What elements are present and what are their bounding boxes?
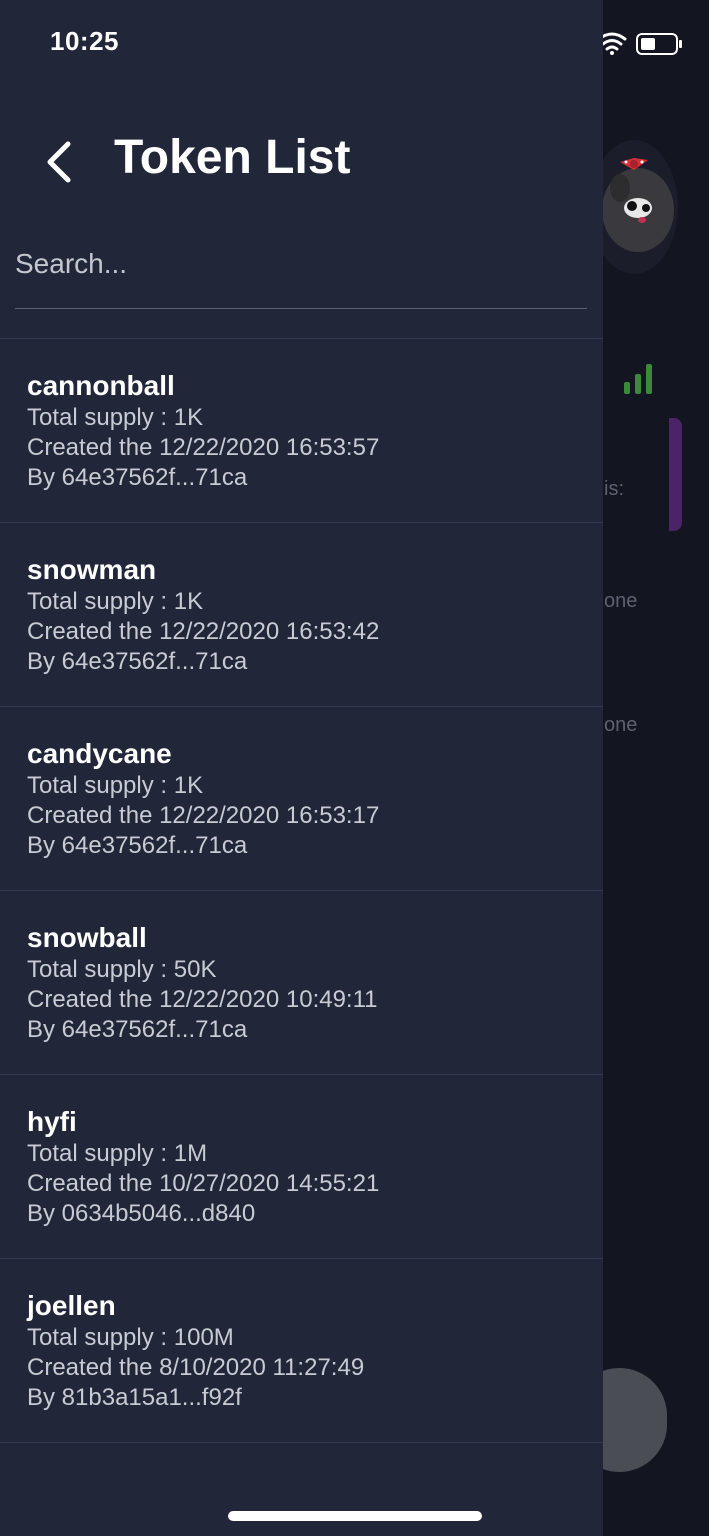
- list-item[interactable]: snowball Total supply : 50K Created the …: [0, 891, 603, 1075]
- token-created: Created the 12/22/2020 16:53:42: [27, 618, 380, 645]
- token-creator: By 64e37562f...71ca: [27, 1016, 248, 1043]
- token-created: Created the 12/22/2020 10:49:11: [27, 986, 378, 1013]
- token-supply: Total supply : 1M: [27, 1140, 208, 1167]
- token-creator: By 0634b5046...d840: [27, 1200, 256, 1227]
- token-name: hyfi: [27, 1106, 77, 1137]
- search-field[interactable]: [15, 238, 587, 309]
- back-button[interactable]: [34, 134, 84, 190]
- token-supply: Total supply : 100M: [27, 1324, 234, 1351]
- page-title: Token List: [114, 131, 351, 184]
- token-name: snowball: [27, 922, 147, 953]
- token-name: cannonball: [27, 370, 175, 401]
- token-creator: By 64e37562f...71ca: [27, 832, 248, 859]
- accent-bar: [669, 418, 682, 531]
- token-created: Created the 8/10/2020 11:27:49: [27, 1354, 365, 1381]
- home-indicator[interactable]: [228, 1511, 482, 1521]
- search-input[interactable]: [15, 238, 587, 290]
- token-creator: By 64e37562f...71ca: [27, 464, 248, 491]
- list-item[interactable]: hyfi Total supply : 1M Created the 10/27…: [0, 1075, 603, 1259]
- background-text: one: [604, 590, 638, 612]
- token-name: snowman: [27, 554, 157, 585]
- signal-strength-icon: [622, 362, 656, 394]
- token-creator: By 64e37562f...71ca: [27, 648, 248, 675]
- list-item[interactable]: cannonball Total supply : 1K Created the…: [0, 339, 603, 523]
- token-supply: Total supply : 1K: [27, 404, 204, 431]
- background-text: one: [604, 714, 638, 736]
- battery-icon: [636, 33, 682, 55]
- token-list-drawer: 10:25 Token List cannonball Total supply…: [0, 0, 603, 1536]
- token-created: Created the 12/22/2020 16:53:17: [27, 802, 380, 829]
- token-created: Created the 12/22/2020 16:53:57: [27, 434, 380, 461]
- token-list: cannonball Total supply : 1K Created the…: [0, 338, 603, 1443]
- token-created: Created the 10/27/2020 14:55:21: [27, 1170, 380, 1197]
- token-supply: Total supply : 50K: [27, 956, 217, 983]
- token-supply: Total supply : 1K: [27, 588, 204, 615]
- status-time: 10:25: [50, 26, 119, 56]
- list-item[interactable]: snowman Total supply : 1K Created the 12…: [0, 523, 603, 707]
- list-item[interactable]: joellen Total supply : 100M Created the …: [0, 1259, 603, 1443]
- token-creator: By 81b3a15a1...f92f: [27, 1384, 242, 1411]
- token-name: joellen: [27, 1290, 116, 1321]
- background-text: is:: [604, 478, 624, 500]
- cat-avatar-icon: [590, 140, 678, 274]
- token-name: candycane: [27, 738, 172, 769]
- list-item[interactable]: candycane Total supply : 1K Created the …: [0, 707, 603, 891]
- chevron-left-icon: [47, 141, 71, 183]
- token-supply: Total supply : 1K: [27, 772, 204, 799]
